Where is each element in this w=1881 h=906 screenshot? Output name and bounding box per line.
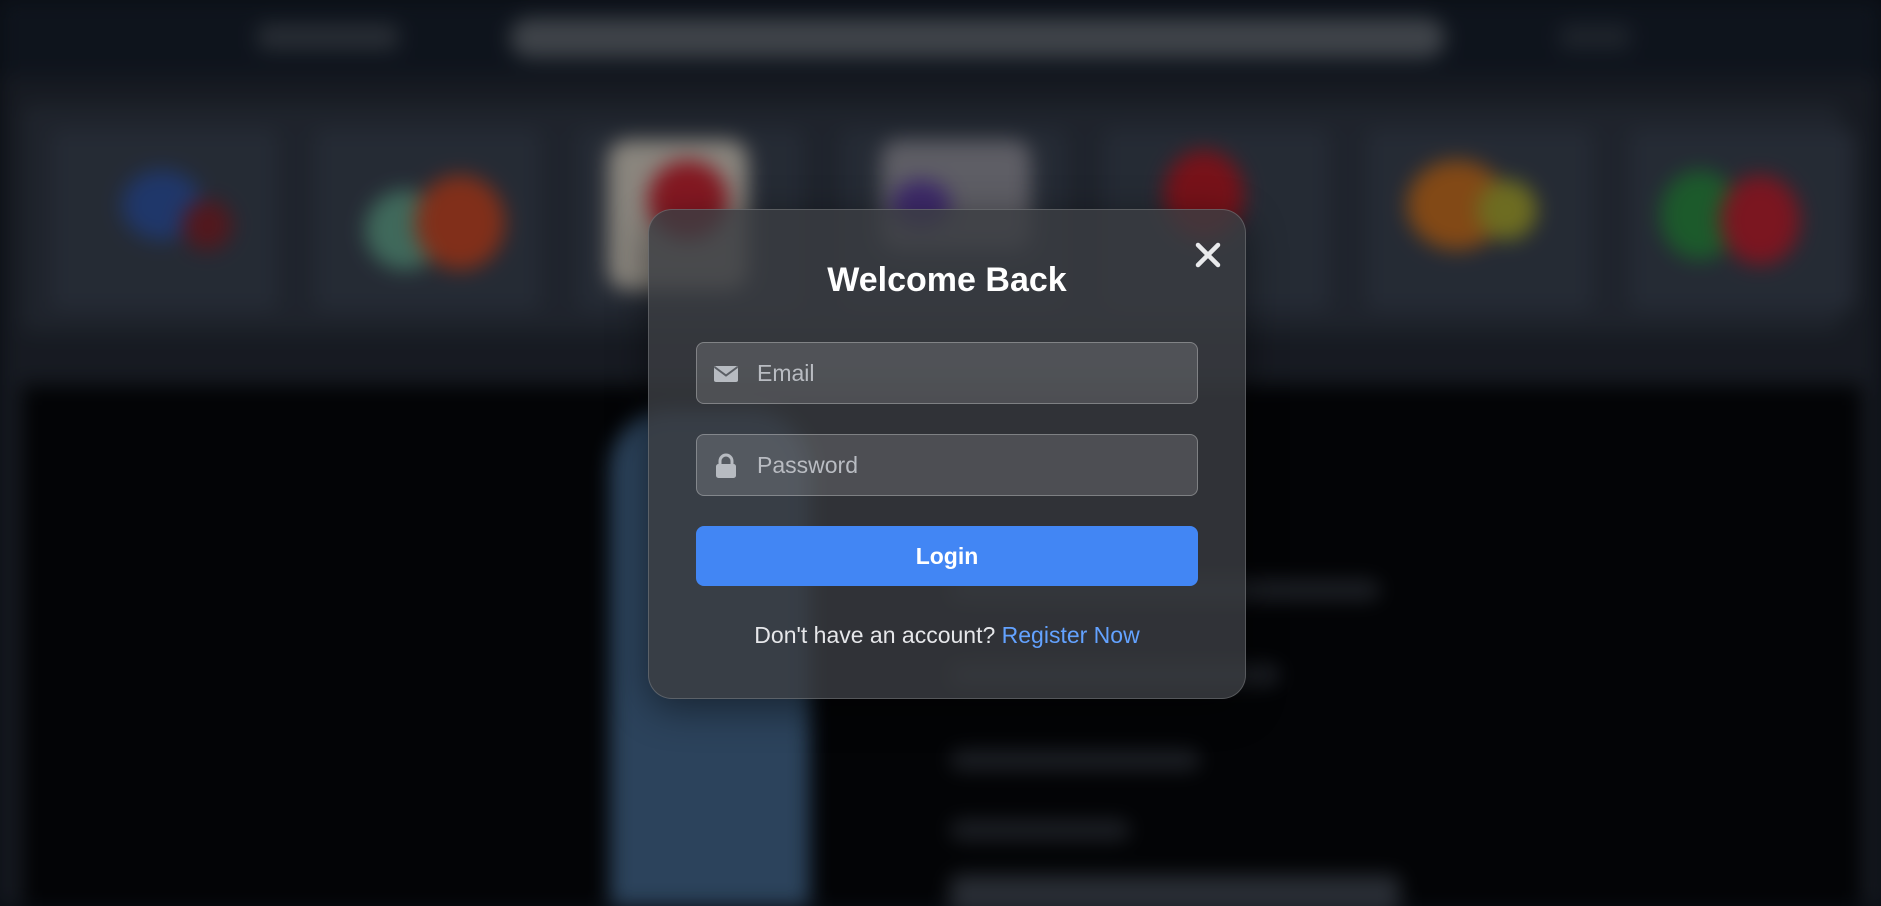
modal-title: Welcome Back — [827, 261, 1067, 299]
envelope-icon — [713, 366, 739, 382]
email-input[interactable] — [757, 343, 1187, 403]
register-prompt-text: Don't have an account? — [754, 622, 996, 648]
login-modal: Welcome Back Login Don't have an account… — [648, 209, 1246, 699]
email-field[interactable] — [696, 342, 1198, 404]
password-field[interactable] — [696, 434, 1198, 496]
register-prompt-row: Don't have an account? Register Now — [649, 620, 1245, 650]
lock-icon — [716, 453, 736, 478]
password-input[interactable] — [757, 435, 1187, 495]
register-now-link[interactable]: Register Now — [1002, 622, 1140, 648]
page: Welcome Back Login Don't have an account… — [0, 0, 1881, 906]
login-button[interactable]: Login — [696, 526, 1198, 586]
